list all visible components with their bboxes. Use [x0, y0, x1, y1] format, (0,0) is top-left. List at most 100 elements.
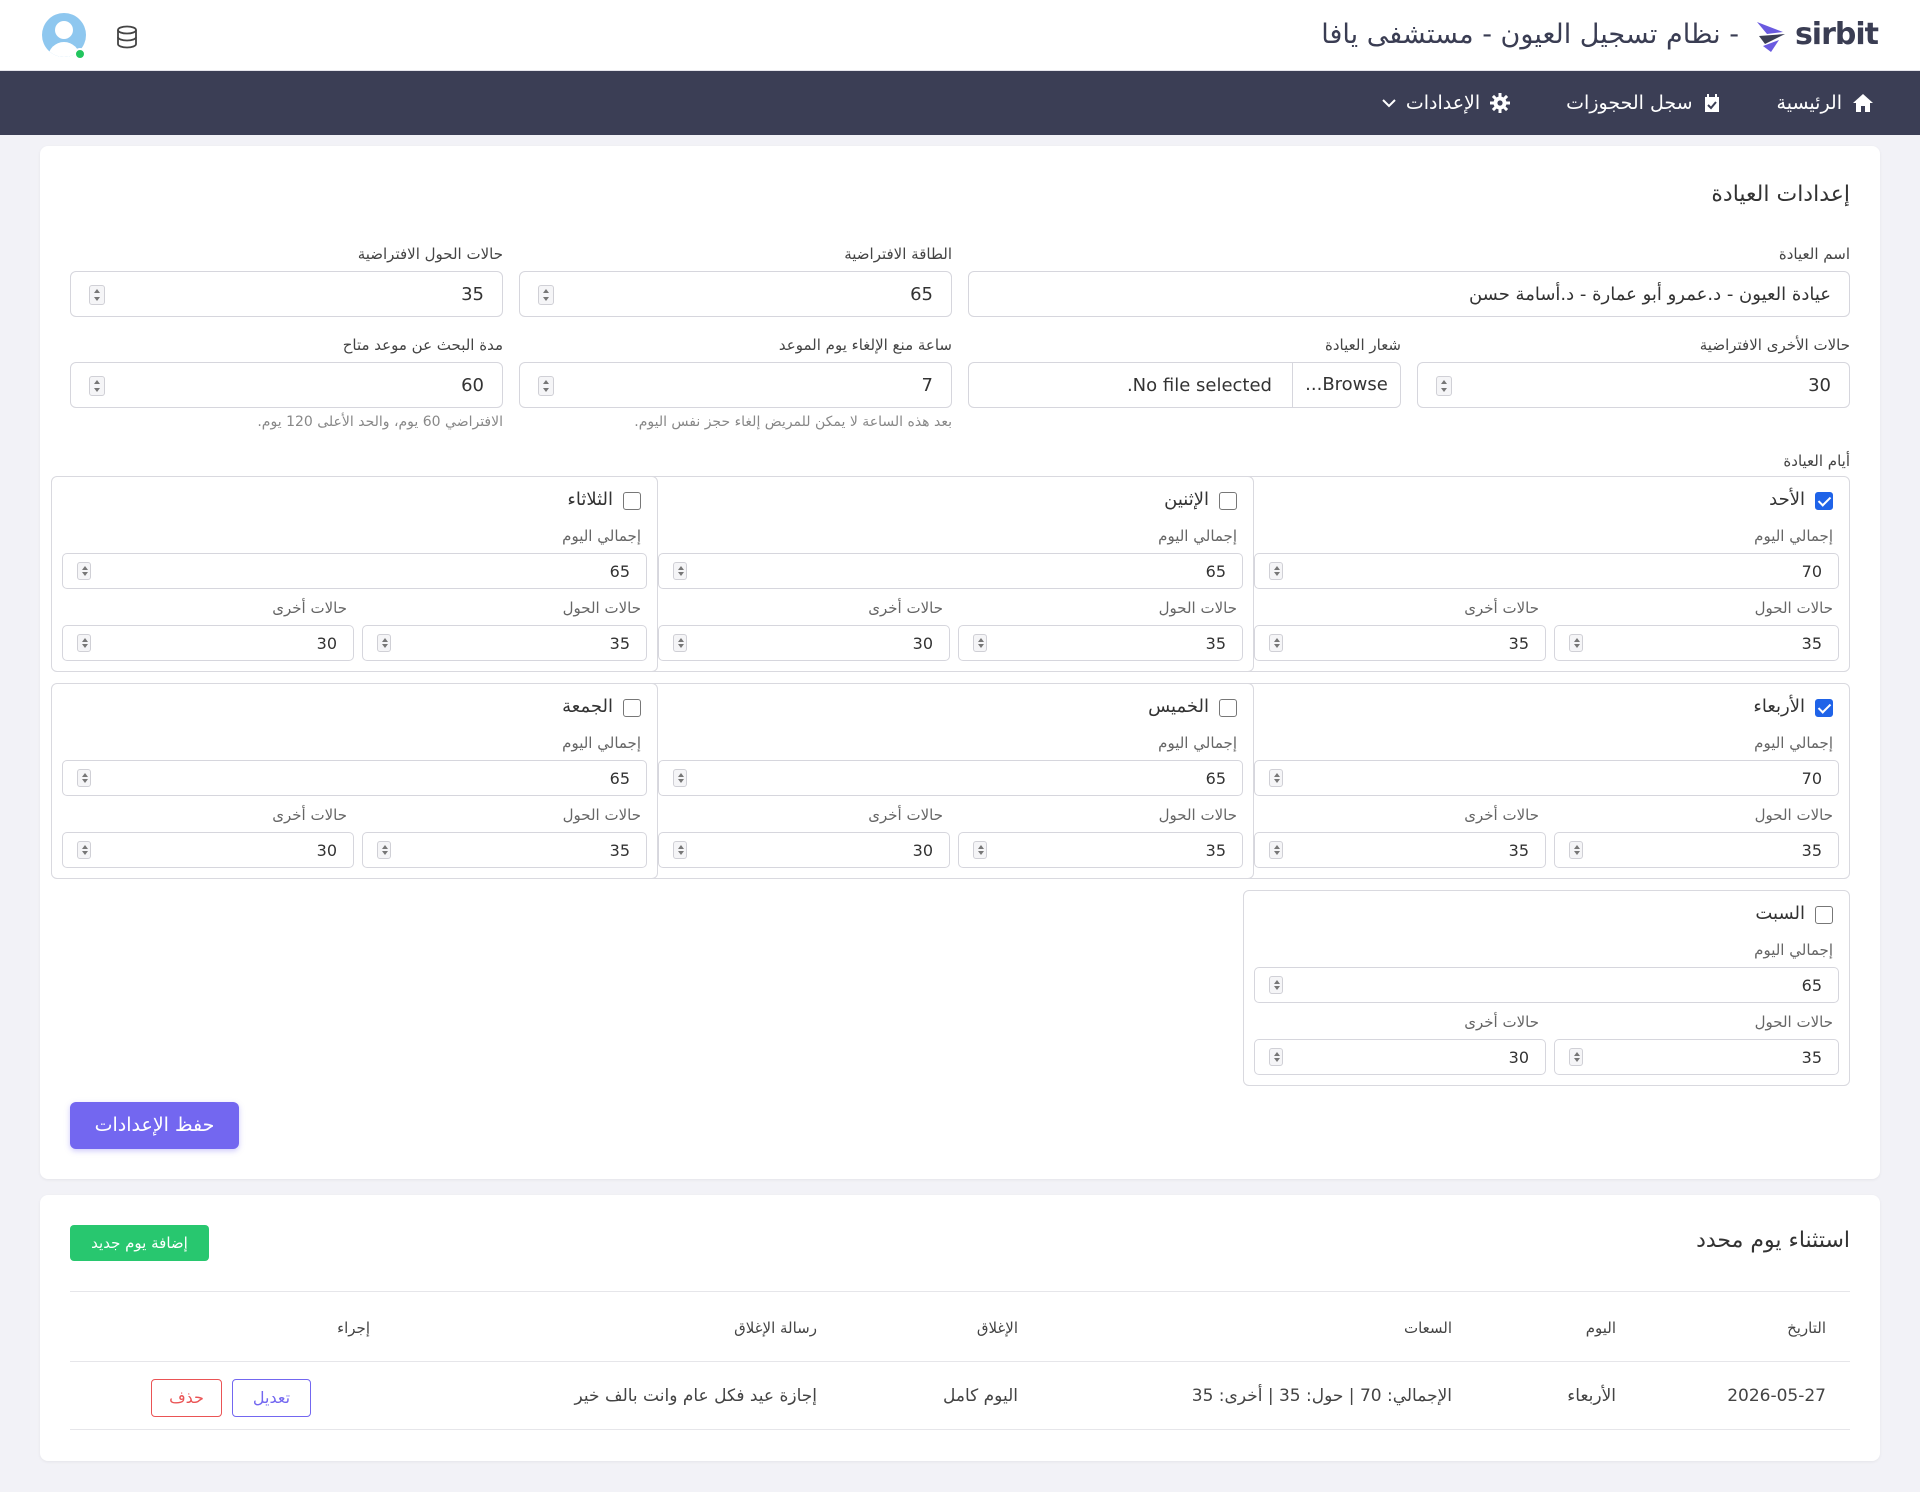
day-total-input[interactable]: 70 — [1254, 760, 1839, 796]
day-total-input[interactable]: 65 — [1254, 967, 1839, 1003]
day-total-input[interactable]: 65 — [658, 760, 1243, 796]
day-checkbox[interactable] — [1815, 699, 1833, 717]
logo-file-input[interactable]: Browse... No file selected. — [968, 362, 1401, 408]
day-total-input[interactable]: 65 — [658, 553, 1243, 589]
sirbit-logo[interactable]: sirbit — [1753, 14, 1879, 54]
day-other-label: حالات أخرى — [868, 806, 943, 824]
day-total-stepper[interactable] — [77, 562, 91, 580]
other-input[interactable]: 30 — [1417, 362, 1850, 408]
day-other-value: 30 — [912, 634, 933, 653]
nav-settings[interactable]: الإعدادات — [1382, 92, 1511, 114]
cancel-hour-stepper[interactable] — [538, 376, 554, 396]
day-referral-input[interactable]: 35 — [362, 832, 647, 868]
day-total-value: 70 — [1801, 769, 1822, 788]
day-checkbox[interactable] — [1219, 492, 1237, 510]
day-other-input[interactable]: 35 — [1254, 625, 1546, 661]
day-other-stepper[interactable] — [673, 634, 687, 652]
day-total-stepper[interactable] — [673, 769, 687, 787]
day-other-stepper[interactable] — [1269, 841, 1283, 859]
day-card: السبت إجمالي اليوم 65 حالات الحول 35 حالات أخ… — [1243, 890, 1850, 1086]
day-other-stepper[interactable] — [673, 841, 687, 859]
user-menu[interactable] — [42, 13, 86, 61]
day-checkbox[interactable] — [623, 699, 641, 717]
day-other-input[interactable]: 30 — [1254, 1039, 1546, 1075]
clinic-name-input[interactable]: عيادة العيون - د.عمرو أبو عمارة - د.أسام… — [968, 271, 1850, 317]
day-referral-input[interactable]: 35 — [958, 625, 1243, 661]
day-referral-stepper[interactable] — [1569, 841, 1583, 859]
day-other-label: حالات أخرى — [868, 599, 943, 617]
day-total-input[interactable]: 65 — [62, 553, 647, 589]
capacity-stepper[interactable] — [538, 285, 554, 305]
capacity-input[interactable]: 65 — [519, 271, 952, 317]
day-referral-stepper[interactable] — [973, 634, 987, 652]
top-left-actions — [42, 13, 138, 61]
nav-bookings[interactable]: سجل الحجوزات — [1566, 92, 1720, 114]
day-name: السبت — [1755, 903, 1805, 924]
day-other-input[interactable]: 30 — [62, 832, 354, 868]
day-referral-stepper[interactable] — [377, 634, 391, 652]
day-total-stepper[interactable] — [673, 562, 687, 580]
table-header-border — [70, 1361, 1850, 1362]
day-referral-input[interactable]: 35 — [362, 625, 647, 661]
capacity-label: الطاقة الافتراضية — [844, 245, 952, 263]
day-other-input[interactable]: 30 — [658, 832, 950, 868]
day-referral-input[interactable]: 35 — [1554, 625, 1839, 661]
brand: sirbit - نظام تسجيل العيون - مستشفى يافا — [1321, 14, 1879, 54]
logo-browse-button[interactable]: Browse... — [1292, 363, 1400, 407]
day-referral-stepper[interactable] — [973, 841, 987, 859]
day-other-input[interactable]: 35 — [1254, 832, 1546, 868]
main-nav: الرئيسية سجل الحجوزات الإعدادات — [0, 71, 1920, 135]
day-referral-input[interactable]: 35 — [958, 832, 1243, 868]
day-total-value: 65 — [609, 769, 630, 788]
day-other-stepper[interactable] — [1269, 1048, 1283, 1066]
day-referral-value: 35 — [1801, 634, 1822, 653]
database-icon[interactable] — [116, 25, 138, 49]
nav-home[interactable]: الرئيسية — [1777, 92, 1874, 114]
delete-button[interactable]: حذف — [151, 1379, 222, 1417]
other-label: حالات الأخرى الافتراضية — [1699, 336, 1850, 354]
row-closure: اليوم كامل — [943, 1386, 1018, 1406]
referral-stepper[interactable] — [89, 285, 105, 305]
day-referral-value: 35 — [1801, 1048, 1822, 1067]
day-total-value: 65 — [609, 562, 630, 581]
search-days-help: الافتراضي 60 يوم، والحد الأعلى 120 يوم. — [257, 414, 503, 430]
day-checkbox[interactable] — [623, 492, 641, 510]
day-total-label: إجمالي اليوم — [562, 527, 641, 545]
day-checkbox[interactable] — [1815, 492, 1833, 510]
day-referral-stepper[interactable] — [1569, 634, 1583, 652]
referral-input[interactable]: 35 — [70, 271, 503, 317]
logo-file-status: No file selected. — [1126, 375, 1272, 396]
day-total-stepper[interactable] — [1269, 769, 1283, 787]
day-referral-stepper[interactable] — [377, 841, 391, 859]
day-other-stepper[interactable] — [1269, 634, 1283, 652]
add-day-button[interactable]: إضافة يوم جديد — [70, 1225, 209, 1261]
search-days-stepper[interactable] — [89, 376, 105, 396]
day-referral-value: 35 — [1205, 634, 1226, 653]
day-referral-label: حالات الحول — [1158, 599, 1237, 617]
day-other-value: 30 — [1508, 1048, 1529, 1067]
day-checkbox[interactable] — [1219, 699, 1237, 717]
day-other-input[interactable]: 30 — [62, 625, 354, 661]
day-other-stepper[interactable] — [77, 634, 91, 652]
save-settings-button[interactable]: حفظ الإعدادات — [70, 1102, 239, 1149]
day-referral-stepper[interactable] — [1569, 1048, 1583, 1066]
cancel-hour-input[interactable]: 7 — [519, 362, 952, 408]
search-days-input[interactable]: 60 — [70, 362, 503, 408]
day-total-label: إجمالي اليوم — [1754, 941, 1833, 959]
day-referral-input[interactable]: 35 — [1554, 832, 1839, 868]
edit-button[interactable]: تعديل — [232, 1379, 311, 1417]
day-referral-input[interactable]: 35 — [1554, 1039, 1839, 1075]
day-total-stepper[interactable] — [1269, 562, 1283, 580]
other-value: 30 — [1808, 375, 1831, 396]
day-checkbox[interactable] — [1815, 906, 1833, 924]
online-status-dot — [74, 48, 86, 60]
day-other-input[interactable]: 30 — [658, 625, 950, 661]
day-total-input[interactable]: 70 — [1254, 553, 1839, 589]
row-hours: الإجمالي: 70 | حول: 35 | أخرى: 35 — [1191, 1386, 1452, 1406]
day-other-stepper[interactable] — [77, 841, 91, 859]
other-stepper[interactable] — [1436, 376, 1452, 396]
day-total-stepper[interactable] — [77, 769, 91, 787]
day-name: الخميس — [1148, 696, 1209, 717]
day-total-stepper[interactable] — [1269, 976, 1283, 994]
day-total-input[interactable]: 65 — [62, 760, 647, 796]
